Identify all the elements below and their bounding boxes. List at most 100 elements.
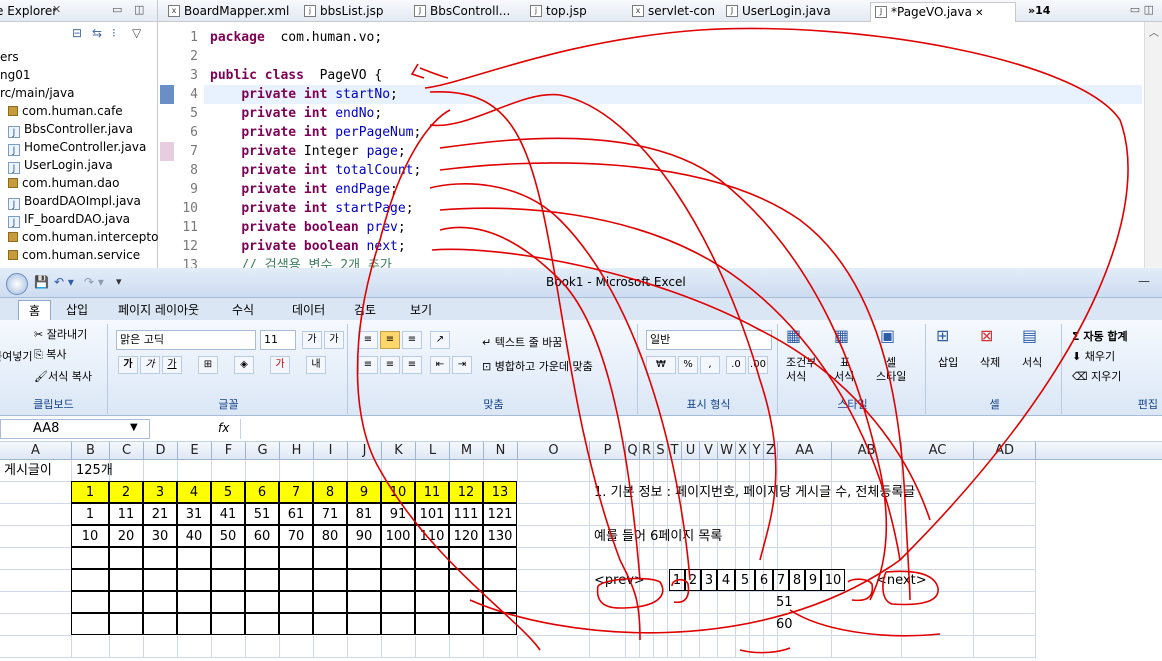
empty-cell[interactable] [590, 592, 626, 614]
empty-cell[interactable] [590, 504, 626, 526]
empty-cell[interactable] [518, 526, 590, 548]
empty-cell[interactable] [71, 591, 109, 613]
empty-cell[interactable] [974, 526, 1036, 548]
tree-item[interactable]: J BoardDAOImpl.java [0, 192, 158, 210]
empty-cell[interactable] [640, 636, 654, 658]
decrease-decimal-icon[interactable]: .00 [748, 356, 768, 374]
increase-indent-icon[interactable]: ⇥ [452, 356, 472, 374]
empty-cell[interactable] [212, 460, 246, 482]
customize-toolbar-icon[interactable]: ▾ [116, 275, 122, 288]
chevron-down-icon[interactable]: ▽ [132, 26, 141, 40]
editor-tab[interactable]: x BoardMapper.xml [164, 2, 292, 22]
empty-cell[interactable] [518, 548, 590, 570]
scroll-up-icon[interactable]: ︿ [1149, 24, 1159, 39]
empty-cell[interactable] [518, 636, 590, 658]
column-header[interactable]: K [382, 442, 416, 460]
empty-cell[interactable] [415, 591, 449, 613]
empty-cell[interactable] [974, 636, 1036, 658]
empty-cell[interactable] [654, 504, 668, 526]
empty-cell[interactable] [416, 636, 450, 658]
empty-cell[interactable] [902, 526, 974, 548]
name-box-dropdown-icon[interactable]: ▼ [130, 422, 138, 433]
empty-cell[interactable] [902, 460, 974, 482]
start-number-cell[interactable]: 121 [483, 503, 517, 525]
empty-cell[interactable] [416, 460, 450, 482]
column-header[interactable]: AD [974, 442, 1036, 460]
code-line[interactable]: private int endPage; [210, 180, 398, 199]
empty-cell[interactable] [626, 614, 640, 636]
empty-cell[interactable] [313, 569, 347, 591]
empty-cell[interactable] [626, 504, 640, 526]
empty-cell[interactable] [449, 569, 483, 591]
empty-cell[interactable] [750, 636, 764, 658]
align-left-icon[interactable]: ≡ [358, 356, 378, 374]
empty-cell[interactable] [700, 636, 718, 658]
end-number-cell[interactable]: 90 [347, 525, 381, 547]
empty-cell[interactable] [832, 460, 902, 482]
fill-color-icon[interactable]: ◈ [234, 356, 254, 374]
shrink-font-icon[interactable]: 가 [324, 331, 344, 349]
pager-cell[interactable]: 9 [805, 569, 821, 591]
empty-cell[interactable] [279, 569, 313, 591]
align-top-icon[interactable]: ≡ [358, 331, 378, 349]
page-number-cell[interactable]: 11 [415, 481, 449, 503]
clear-button[interactable]: ⌫ 지우기 [1072, 368, 1121, 384]
empty-cell[interactable] [483, 613, 517, 635]
empty-cell[interactable] [700, 460, 718, 482]
prev-label[interactable]: <prev> [590, 570, 650, 592]
empty-cell[interactable] [640, 460, 654, 482]
editor-tab[interactable]: J *PageVO.java ✕ [870, 2, 1016, 22]
column-header[interactable]: S [654, 442, 668, 460]
tree-item[interactable]: J UserLogin.java [0, 156, 158, 174]
empty-cell[interactable] [347, 591, 381, 613]
end-number-cell[interactable]: 40 [177, 525, 211, 547]
empty-cell[interactable] [682, 614, 700, 636]
code-line[interactable]: private boolean prev; [210, 218, 405, 237]
tree-item[interactable]: com.human.interceptor [0, 228, 163, 246]
empty-cell[interactable] [415, 547, 449, 569]
empty-cell[interactable] [348, 460, 382, 482]
empty-cell[interactable] [0, 636, 72, 658]
column-header[interactable]: C [110, 442, 144, 460]
ribbon-tab[interactable]: 수식 [232, 301, 254, 318]
redo-icon[interactable]: ↷ ▾ [84, 275, 104, 289]
font-color-icon[interactable]: 가 [270, 356, 290, 374]
pager-cell[interactable]: 4 [717, 569, 735, 591]
empty-cell[interactable] [381, 569, 415, 591]
empty-cell[interactable] [902, 636, 974, 658]
page-number-cell[interactable]: 1 [71, 481, 109, 503]
cell-b1[interactable]: 125개 [72, 460, 152, 482]
empty-cell[interactable] [590, 460, 626, 482]
next-label[interactable]: <next> [872, 570, 932, 592]
empty-cell[interactable] [177, 547, 211, 569]
autosum-button[interactable]: Σ 자동 합계 [1072, 328, 1128, 344]
value-60[interactable]: 60 [772, 614, 812, 636]
ribbon-tab[interactable]: 삽입 [66, 301, 88, 318]
empty-cell[interactable] [245, 547, 279, 569]
page-number-cell[interactable]: 7 [279, 481, 313, 503]
empty-cell[interactable] [902, 614, 974, 636]
empty-cell[interactable] [0, 592, 72, 614]
cut-button[interactable]: ✂ 잘라내기 [34, 326, 87, 342]
insert-cells-icon[interactable]: ⊞ [936, 326, 949, 345]
code-line[interactable]: private int totalCount; [210, 161, 421, 180]
empty-cell[interactable] [750, 614, 764, 636]
start-number-cell[interactable]: 111 [449, 503, 483, 525]
currency-icon[interactable]: ₩ [646, 356, 676, 374]
orientation-icon[interactable]: ↗ [430, 331, 450, 349]
empty-cell[interactable] [668, 504, 682, 526]
empty-cell[interactable] [590, 614, 626, 636]
cell-style-label2[interactable]: 스타일 [876, 368, 906, 384]
end-number-cell[interactable]: 70 [279, 525, 313, 547]
align-bottom-icon[interactable]: ≡ [402, 331, 422, 349]
empty-cell[interactable] [590, 548, 626, 570]
empty-cell[interactable] [718, 636, 736, 658]
column-header[interactable]: F [212, 442, 246, 460]
quick-access-save-icon[interactable]: 💾 [34, 275, 49, 289]
align-middle-icon[interactable]: ≡ [380, 331, 400, 349]
empty-cell[interactable] [518, 504, 590, 526]
empty-cell[interactable] [668, 592, 682, 614]
empty-cell[interactable] [143, 569, 177, 591]
tree-item[interactable]: ng01 [0, 66, 158, 84]
increase-decimal-icon[interactable]: .0 [726, 356, 746, 374]
